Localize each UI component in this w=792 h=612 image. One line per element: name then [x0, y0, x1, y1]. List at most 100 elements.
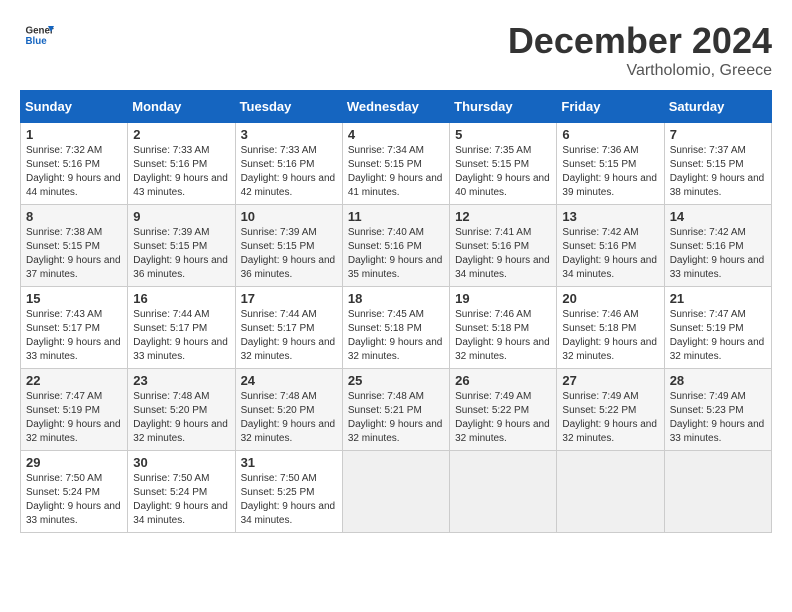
calendar-day-cell: 3 Sunrise: 7:33 AMSunset: 5:16 PMDaylight… — [235, 123, 342, 205]
day-number: 23 — [133, 373, 229, 388]
day-info: Sunrise: 7:49 AMSunset: 5:22 PMDaylight:… — [562, 390, 658, 446]
day-info: Sunrise: 7:35 AMSunset: 5:15 PMDaylight:… — [455, 144, 551, 200]
weekday-header-row: SundayMondayTuesdayWednesdayThursdayFrid… — [21, 91, 772, 123]
calendar-day-cell: 17 Sunrise: 7:44 AMSunset: 5:17 PMDayligh… — [235, 287, 342, 369]
weekday-header-cell: Thursday — [450, 91, 557, 123]
day-info: Sunrise: 7:47 AMSunset: 5:19 PMDaylight:… — [670, 308, 766, 364]
day-number: 30 — [133, 455, 229, 470]
day-info: Sunrise: 7:36 AMSunset: 5:15 PMDaylight:… — [562, 144, 658, 200]
calendar-day-cell: 8 Sunrise: 7:38 AMSunset: 5:15 PMDaylight… — [21, 205, 128, 287]
day-number: 16 — [133, 291, 229, 306]
calendar-week-row: 15 Sunrise: 7:43 AMSunset: 5:17 PMDayligh… — [21, 287, 772, 369]
day-info: Sunrise: 7:47 AMSunset: 5:19 PMDaylight:… — [26, 390, 122, 446]
calendar-day-cell — [664, 451, 771, 533]
day-info: Sunrise: 7:44 AMSunset: 5:17 PMDaylight:… — [241, 308, 337, 364]
calendar-day-cell: 7 Sunrise: 7:37 AMSunset: 5:15 PMDaylight… — [664, 123, 771, 205]
day-number: 9 — [133, 209, 229, 224]
day-number: 26 — [455, 373, 551, 388]
weekday-header-cell: Monday — [128, 91, 235, 123]
day-number: 10 — [241, 209, 337, 224]
day-number: 29 — [26, 455, 122, 470]
calendar-day-cell: 25 Sunrise: 7:48 AMSunset: 5:21 PMDayligh… — [342, 369, 449, 451]
day-info: Sunrise: 7:39 AMSunset: 5:15 PMDaylight:… — [241, 226, 337, 282]
day-info: Sunrise: 7:39 AMSunset: 5:15 PMDaylight:… — [133, 226, 229, 282]
day-number: 22 — [26, 373, 122, 388]
day-info: Sunrise: 7:34 AMSunset: 5:15 PMDaylight:… — [348, 144, 444, 200]
day-number: 27 — [562, 373, 658, 388]
month-title: December 2024 — [508, 20, 772, 62]
day-number: 28 — [670, 373, 766, 388]
calendar-day-cell — [342, 451, 449, 533]
calendar-day-cell: 5Sunrise: 7:35 AMSunset: 5:15 PMDaylight… — [450, 123, 557, 205]
calendar-day-cell: 23Sunrise: 7:48 AMSunset: 5:20 PMDayligh… — [128, 369, 235, 451]
calendar-day-cell: 4 Sunrise: 7:34 AMSunset: 5:15 PMDaylight… — [342, 123, 449, 205]
day-number: 24 — [241, 373, 337, 388]
day-number: 31 — [241, 455, 337, 470]
day-info: Sunrise: 7:43 AMSunset: 5:17 PMDaylight:… — [26, 308, 122, 364]
day-number: 3 — [241, 127, 337, 142]
day-number: 13 — [562, 209, 658, 224]
day-info: Sunrise: 7:37 AMSunset: 5:15 PMDaylight:… — [670, 144, 766, 200]
day-number: 21 — [670, 291, 766, 306]
calendar-day-cell: 15 Sunrise: 7:43 AMSunset: 5:17 PMDayligh… — [21, 287, 128, 369]
day-number: 8 — [26, 209, 122, 224]
calendar-day-cell: 9 Sunrise: 7:39 AMSunset: 5:15 PMDaylight… — [128, 205, 235, 287]
day-info: Sunrise: 7:49 AMSunset: 5:23 PMDaylight:… — [670, 390, 766, 446]
calendar-day-cell: 30 Sunrise: 7:50 AMSunset: 5:24 PMDayligh… — [128, 451, 235, 533]
day-number: 19 — [455, 291, 551, 306]
calendar-day-cell: 28 Sunrise: 7:49 AMSunset: 5:23 PMDayligh… — [664, 369, 771, 451]
calendar-day-cell: 29 Sunrise: 7:50 AMSunset: 5:24 PMDayligh… — [21, 451, 128, 533]
day-info: Sunrise: 7:38 AMSunset: 5:15 PMDaylight:… — [26, 226, 122, 282]
day-info: Sunrise: 7:33 AMSunset: 5:16 PMDaylight:… — [241, 144, 337, 200]
header: General Blue December 2024 Vartholomio, … — [20, 20, 772, 80]
day-number: 25 — [348, 373, 444, 388]
calendar-week-row: 29 Sunrise: 7:50 AMSunset: 5:24 PMDayligh… — [21, 451, 772, 533]
calendar-day-cell: 11 Sunrise: 7:40 AMSunset: 5:16 PMDayligh… — [342, 205, 449, 287]
calendar-day-cell — [557, 451, 664, 533]
calendar-day-cell: 19Sunrise: 7:46 AMSunset: 5:18 PMDayligh… — [450, 287, 557, 369]
day-number: 17 — [241, 291, 337, 306]
day-info: Sunrise: 7:33 AMSunset: 5:16 PMDaylight:… — [133, 144, 229, 200]
day-info: Sunrise: 7:32 AMSunset: 5:16 PMDaylight:… — [26, 144, 122, 200]
day-info: Sunrise: 7:50 AMSunset: 5:24 PMDaylight:… — [26, 472, 122, 528]
weekday-header-cell: Friday — [557, 91, 664, 123]
calendar-day-cell: 18 Sunrise: 7:45 AMSunset: 5:18 PMDayligh… — [342, 287, 449, 369]
day-number: 14 — [670, 209, 766, 224]
calendar-day-cell: 13 Sunrise: 7:42 AMSunset: 5:16 PMDayligh… — [557, 205, 664, 287]
day-number: 4 — [348, 127, 444, 142]
day-number: 15 — [26, 291, 122, 306]
day-info: Sunrise: 7:40 AMSunset: 5:16 PMDaylight:… — [348, 226, 444, 282]
calendar-day-cell — [450, 451, 557, 533]
day-number: 2 — [133, 127, 229, 142]
logo-icon: General Blue — [24, 20, 54, 50]
day-number: 1 — [26, 127, 122, 142]
day-number: 7 — [670, 127, 766, 142]
calendar-week-row: 22 Sunrise: 7:47 AMSunset: 5:19 PMDayligh… — [21, 369, 772, 451]
day-info: Sunrise: 7:46 AMSunset: 5:18 PMDaylight:… — [562, 308, 658, 364]
day-info: Sunrise: 7:50 AMSunset: 5:24 PMDaylight:… — [133, 472, 229, 528]
day-info: Sunrise: 7:48 AMSunset: 5:21 PMDaylight:… — [348, 390, 444, 446]
calendar-day-cell: 2 Sunrise: 7:33 AMSunset: 5:16 PMDaylight… — [128, 123, 235, 205]
weekday-header-cell: Saturday — [664, 91, 771, 123]
day-info: Sunrise: 7:42 AMSunset: 5:16 PMDaylight:… — [562, 226, 658, 282]
logo: General Blue — [20, 20, 54, 50]
calendar-day-cell: 24Sunrise: 7:48 AMSunset: 5:20 PMDayligh… — [235, 369, 342, 451]
day-number: 18 — [348, 291, 444, 306]
day-number: 20 — [562, 291, 658, 306]
calendar-day-cell: 26Sunrise: 7:49 AMSunset: 5:22 PMDayligh… — [450, 369, 557, 451]
day-info: Sunrise: 7:50 AMSunset: 5:25 PMDaylight:… — [241, 472, 337, 528]
calendar-day-cell: 27 Sunrise: 7:49 AMSunset: 5:22 PMDayligh… — [557, 369, 664, 451]
day-number: 12 — [455, 209, 551, 224]
svg-text:Blue: Blue — [26, 36, 48, 47]
calendar-day-cell: 22 Sunrise: 7:47 AMSunset: 5:19 PMDayligh… — [21, 369, 128, 451]
day-info: Sunrise: 7:45 AMSunset: 5:18 PMDaylight:… — [348, 308, 444, 364]
calendar-day-cell: 14Sunrise: 7:42 AMSunset: 5:16 PMDayligh… — [664, 205, 771, 287]
calendar-table: SundayMondayTuesdayWednesdayThursdayFrid… — [20, 90, 772, 533]
day-number: 11 — [348, 209, 444, 224]
calendar-day-cell: 16 Sunrise: 7:44 AMSunset: 5:17 PMDayligh… — [128, 287, 235, 369]
calendar-day-cell: 10 Sunrise: 7:39 AMSunset: 5:15 PMDayligh… — [235, 205, 342, 287]
day-info: Sunrise: 7:44 AMSunset: 5:17 PMDaylight:… — [133, 308, 229, 364]
calendar-day-cell: 12Sunrise: 7:41 AMSunset: 5:16 PMDayligh… — [450, 205, 557, 287]
calendar-day-cell: 1 Sunrise: 7:32 AMSunset: 5:16 PMDaylight… — [21, 123, 128, 205]
calendar-week-row: 8 Sunrise: 7:38 AMSunset: 5:15 PMDaylight… — [21, 205, 772, 287]
